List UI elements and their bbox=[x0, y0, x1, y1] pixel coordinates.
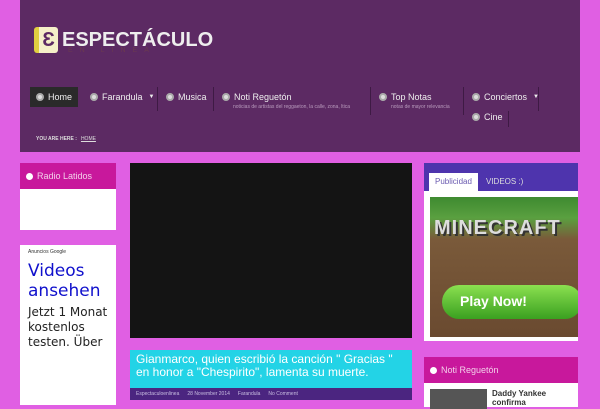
divider bbox=[213, 87, 214, 111]
divider bbox=[538, 87, 539, 111]
post-author[interactable]: Espectaculoenlinea bbox=[136, 391, 179, 397]
play-now-button[interactable]: Play Now! bbox=[442, 285, 578, 319]
nav-label: Noti Reguetón bbox=[234, 92, 292, 102]
divider bbox=[463, 87, 464, 115]
post-comments[interactable]: No Comment bbox=[268, 391, 297, 397]
breadcrumb-prefix: YOU ARE HERE : bbox=[36, 136, 77, 142]
plus-icon bbox=[472, 93, 480, 101]
widget-title-text: Radio Latidos bbox=[37, 171, 93, 181]
nav-musica[interactable]: Musica bbox=[160, 87, 213, 107]
nav-label: Top Notas bbox=[391, 92, 432, 102]
minecraft-ad[interactable]: MINECRAFT Play Now! bbox=[430, 197, 578, 337]
nav-conciertos[interactable]: Conciertos ▼ bbox=[466, 87, 545, 107]
post-category[interactable]: Farandula bbox=[238, 391, 261, 397]
arrow-circle-icon bbox=[430, 366, 437, 374]
news-item-title[interactable]: Daddy Yankee confirma bbox=[492, 389, 578, 407]
ad-title-link[interactable]: Videos ansehen bbox=[20, 259, 116, 303]
tab-publicidad[interactable]: Publicidad bbox=[429, 173, 478, 191]
widget-title: Noti Reguetón bbox=[424, 357, 578, 383]
breadcrumb: YOU ARE HERE : HOME bbox=[36, 136, 96, 142]
google-ad[interactable]: Anuncios Google Videos ansehen Jetzt 1 M… bbox=[20, 245, 116, 405]
plus-icon bbox=[472, 113, 480, 121]
ad-text: Jetzt 1 Monat kostenlos testen. Über bbox=[28, 305, 108, 349]
post-title[interactable]: Gianmarco, quien escribió la canción " G… bbox=[130, 350, 412, 388]
nav-label: Cine bbox=[484, 112, 503, 122]
arrow-circle-icon bbox=[26, 172, 33, 180]
nav-subtitle: noticias de artistas del reggaeton, la c… bbox=[233, 104, 351, 110]
nav-label: Farandula bbox=[102, 92, 143, 102]
nav-home[interactable]: Home bbox=[30, 87, 79, 107]
plus-icon bbox=[36, 93, 44, 101]
logo-subtitle: EN LINEA bbox=[68, 47, 156, 54]
breadcrumb-home[interactable]: HOME bbox=[81, 136, 96, 142]
radio-widget: Radio Latidos bbox=[20, 163, 116, 230]
nav-farandula[interactable]: Farandula ▼ bbox=[84, 87, 160, 107]
plus-icon bbox=[222, 93, 230, 101]
news-thumbnail[interactable] bbox=[430, 389, 487, 409]
nav-label: Conciertos bbox=[484, 92, 528, 102]
post-date: 28 November 2014 bbox=[187, 391, 230, 397]
logo-icon: Ɛ bbox=[34, 27, 58, 53]
widget-title: Radio Latidos bbox=[20, 163, 116, 189]
widget-title-text: Noti Reguetón bbox=[441, 365, 499, 375]
ad-game-title: MINECRAFT bbox=[434, 217, 561, 239]
post-meta: Espectaculoenlinea 28 November 2014 Fara… bbox=[130, 388, 412, 400]
plus-icon bbox=[90, 93, 98, 101]
video-player[interactable] bbox=[130, 163, 412, 338]
chevron-down-icon: ▼ bbox=[148, 94, 155, 100]
tab-videos[interactable]: VIDEOS :) bbox=[480, 173, 529, 191]
divider bbox=[157, 87, 158, 111]
plus-icon bbox=[166, 93, 174, 101]
plus-icon bbox=[379, 93, 387, 101]
nav-subtitle: notas de mayor relevancia bbox=[391, 104, 450, 110]
nav-cine[interactable]: Cine bbox=[466, 107, 509, 127]
ads-label: Anuncios Google bbox=[28, 249, 67, 255]
site-header: Ɛ ESPECTÁCULO EN LINEA Home Farandula ▼ M… bbox=[20, 0, 580, 152]
divider bbox=[508, 111, 509, 127]
nav-label: Home bbox=[48, 92, 73, 102]
nav-label: Musica bbox=[178, 92, 207, 102]
sidebar-tabs: Publicidad VIDEOS :) bbox=[424, 163, 578, 191]
divider bbox=[370, 87, 371, 115]
